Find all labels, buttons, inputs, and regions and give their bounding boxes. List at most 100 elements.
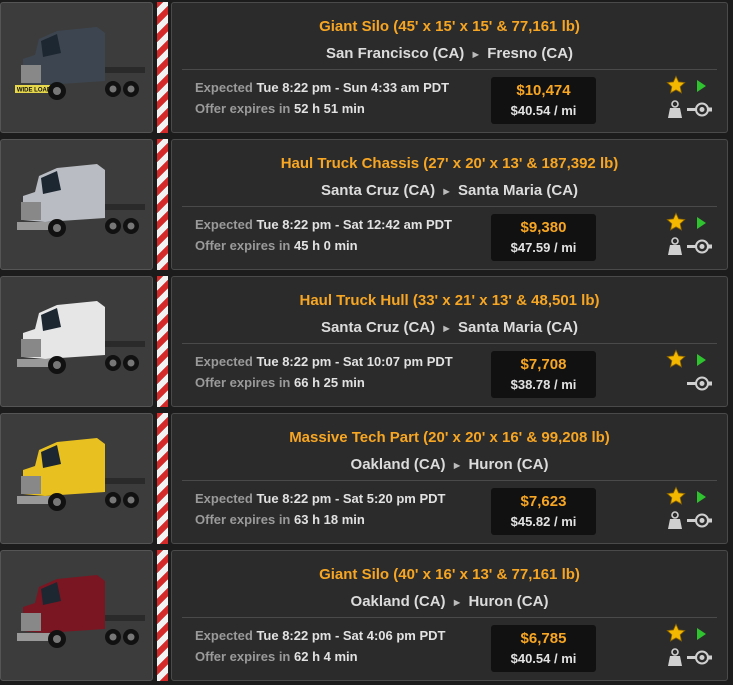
- expected-label: Expected: [195, 354, 253, 369]
- truck-thumbnail: [0, 276, 153, 407]
- cargo-title: Giant Silo (45' x 15' x 15' & 77,161 lb): [319, 18, 580, 35]
- weight-icon: [668, 100, 682, 118]
- job-offer-row[interactable]: WIDE LOAD Giant Silo (45' x 15' x 15' & …: [0, 0, 733, 135]
- trailer-hitch-icon: [687, 239, 712, 254]
- truck-thumbnail: WIDE LOAD: [0, 2, 153, 133]
- star-icon[interactable]: [666, 75, 686, 95]
- expected-label: Expected: [195, 80, 253, 95]
- expected-label: Expected: [195, 217, 253, 232]
- weight-icon: [668, 648, 682, 666]
- trailer-hitch-icon: [687, 513, 712, 528]
- destination-city: Huron (CA): [468, 593, 549, 610]
- pay-amount: $10,474: [516, 82, 571, 99]
- expected-value: Tue 8:22 pm - Sat 5:20 pm PDT: [256, 491, 446, 506]
- hazard-stripe: [157, 276, 168, 407]
- offer-expiry: Offer expires in 52 h 51 min: [195, 101, 365, 116]
- play-icon[interactable]: [696, 490, 707, 504]
- job-card[interactable]: Giant Silo (45' x 15' x 15' & 77,161 lb)…: [171, 2, 728, 133]
- expected-time: Expected Tue 8:22 pm - Sat 4:06 pm PDT: [195, 628, 445, 643]
- job-offer-row[interactable]: Giant Silo (40' x 16' x 13' & 77,161 lb)…: [0, 548, 733, 683]
- play-icon[interactable]: [696, 627, 707, 641]
- hazard-stripe: [157, 139, 168, 270]
- star-icon[interactable]: [666, 212, 686, 232]
- offer-expires-label: Offer expires in: [195, 238, 291, 253]
- play-icon[interactable]: [696, 79, 707, 93]
- price-box: $6,785 $40.54 / mi: [491, 625, 596, 672]
- job-offer-row[interactable]: Massive Tech Part (20' x 20' x 16' & 99,…: [0, 411, 733, 546]
- play-icon[interactable]: [696, 353, 707, 367]
- divider: [182, 343, 717, 344]
- offer-expires-label: Offer expires in: [195, 375, 291, 390]
- truck-image: [17, 301, 145, 374]
- price-box: $10,474 $40.54 / mi: [491, 77, 596, 124]
- offer-expiry: Offer expires in 45 h 0 min: [195, 238, 358, 253]
- cargo-title: Massive Tech Part (20' x 20' x 16' & 99,…: [289, 429, 610, 446]
- offer-expires-label: Offer expires in: [195, 512, 291, 527]
- origin-city: San Francisco (CA): [325, 45, 465, 62]
- job-offer-list: WIDE LOAD Giant Silo (45' x 15' x 15' & …: [0, 0, 733, 685]
- origin-city: Oakland (CA): [350, 456, 446, 473]
- offer-expires-value: 45 h 0 min: [294, 238, 358, 253]
- truck-plate-text: WIDE LOAD: [17, 88, 52, 94]
- truck-thumbnail: [0, 550, 153, 681]
- trailer-hitch-icon: [687, 376, 712, 391]
- truck-image: WIDE LOAD: [15, 27, 145, 100]
- cargo-title: Haul Truck Chassis (27' x 20' x 13' & 18…: [280, 155, 619, 172]
- route: Santa Cruz (CA) ► Santa Maria (CA): [172, 319, 727, 336]
- offer-expires-value: 62 h 4 min: [294, 649, 358, 664]
- job-card[interactable]: Haul Truck Chassis (27' x 20' x 13' & 18…: [171, 139, 728, 270]
- price-box: $9,380 $47.59 / mi: [491, 214, 596, 261]
- pay-amount: $7,623: [520, 493, 567, 510]
- job-card[interactable]: Massive Tech Part (20' x 20' x 16' & 99,…: [171, 413, 728, 544]
- expected-label: Expected: [195, 628, 253, 643]
- pay-rate: $47.59 / mi: [510, 240, 577, 255]
- pay-rate: $40.54 / mi: [510, 103, 577, 118]
- truck-image: [17, 438, 145, 511]
- weight-icon: [668, 511, 682, 529]
- hazard-stripe: [157, 550, 168, 681]
- pay-amount: $9,380: [520, 219, 567, 236]
- offer-expiry: Offer expires in 66 h 25 min: [195, 375, 365, 390]
- job-card[interactable]: Haul Truck Hull (33' x 21' x 13' & 48,50…: [171, 276, 728, 407]
- pay-rate: $40.54 / mi: [510, 651, 577, 666]
- divider: [182, 69, 717, 70]
- origin-city: Oakland (CA): [350, 593, 446, 610]
- hazard-stripe: [157, 413, 168, 544]
- destination-city: Santa Maria (CA): [458, 182, 579, 199]
- pay-amount: $7,708: [520, 356, 567, 373]
- divider: [182, 617, 717, 618]
- route-arrow-icon: ►: [470, 49, 482, 61]
- expected-value: Tue 8:22 pm - Sat 10:07 pm PDT: [256, 354, 453, 369]
- star-icon[interactable]: [666, 486, 686, 506]
- expected-label: Expected: [195, 491, 253, 506]
- pay-rate: $38.78 / mi: [510, 377, 577, 392]
- trailer-hitch-icon: [687, 102, 712, 117]
- trailer-hitch-icon: [687, 650, 712, 665]
- truck-thumbnail: [0, 139, 153, 270]
- play-icon[interactable]: [696, 216, 707, 230]
- route: Santa Cruz (CA) ► Santa Maria (CA): [172, 182, 727, 199]
- divider: [182, 206, 717, 207]
- hazard-stripe: [157, 2, 168, 133]
- origin-city: Santa Cruz (CA): [320, 182, 436, 199]
- truck-thumbnail: [0, 413, 153, 544]
- offer-expires-value: 63 h 18 min: [294, 512, 365, 527]
- star-icon[interactable]: [666, 349, 686, 369]
- route-arrow-icon: ►: [451, 460, 463, 472]
- cargo-title: Giant Silo (40' x 16' x 13' & 77,161 lb): [319, 566, 580, 583]
- origin-city: Santa Cruz (CA): [320, 319, 436, 336]
- route: San Francisco (CA) ► Fresno (CA): [172, 45, 727, 62]
- expected-time: Expected Tue 8:22 pm - Sat 5:20 pm PDT: [195, 491, 445, 506]
- destination-city: Huron (CA): [468, 456, 549, 473]
- destination-city: Santa Maria (CA): [458, 319, 579, 336]
- offer-expires-label: Offer expires in: [195, 649, 291, 664]
- job-card[interactable]: Giant Silo (40' x 16' x 13' & 77,161 lb)…: [171, 550, 728, 681]
- job-offer-row[interactable]: Haul Truck Hull (33' x 21' x 13' & 48,50…: [0, 274, 733, 409]
- route-arrow-icon: ►: [441, 323, 453, 335]
- pay-amount: $6,785: [520, 630, 567, 647]
- offer-expires-value: 66 h 25 min: [294, 375, 365, 390]
- offer-expiry: Offer expires in 63 h 18 min: [195, 512, 365, 527]
- expected-time: Expected Tue 8:22 pm - Sat 12:42 am PDT: [195, 217, 452, 232]
- star-icon[interactable]: [666, 623, 686, 643]
- job-offer-row[interactable]: Haul Truck Chassis (27' x 20' x 13' & 18…: [0, 137, 733, 272]
